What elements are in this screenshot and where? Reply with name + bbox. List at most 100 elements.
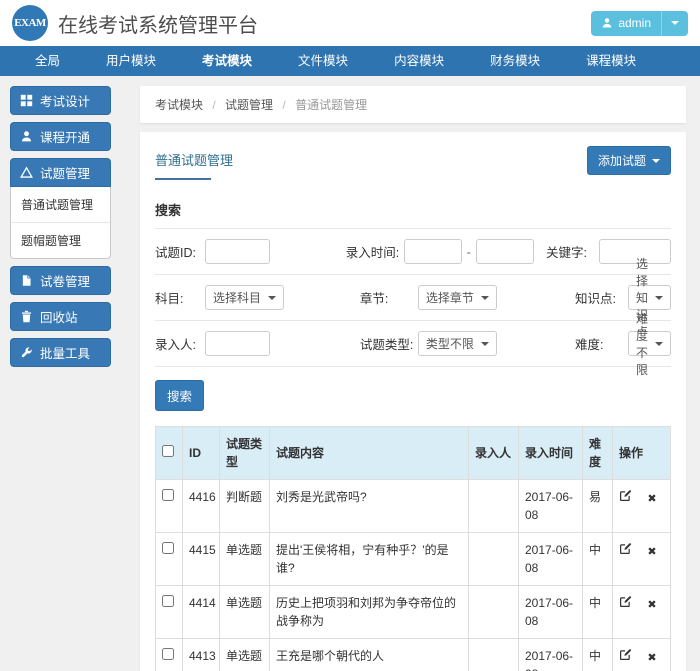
cell-content: 提出'王侯将相，宁有种乎？'的是谁? (270, 533, 469, 586)
entry-time-end-input[interactable] (476, 239, 534, 264)
knowledge-field-group: 知识点: 选择知识点 (575, 285, 671, 310)
chevron-down-icon (481, 296, 489, 300)
entry-person-field-group: 录入人: (155, 331, 360, 356)
entry-person-input[interactable] (205, 331, 270, 356)
sidebar-item-paper-mgmt[interactable]: 试卷管理 (10, 266, 111, 295)
breadcrumb-item-exam-module[interactable]: 考试模块 (155, 98, 203, 112)
nav-item-course-module[interactable]: 课程模块 (563, 46, 659, 76)
search-section-title: 搜索 (155, 194, 671, 229)
question-id-input[interactable] (205, 239, 270, 264)
row-checkbox[interactable] (162, 489, 174, 501)
table-row: 4416 判断题 刘秀是光武帝吗? 2017-06-08 易 (156, 480, 671, 533)
exam-logo: EXAM (12, 5, 48, 41)
delete-button[interactable] (647, 542, 656, 561)
question-type-select[interactable]: 类型不限 (418, 331, 497, 356)
cell-type: 单选题 (220, 533, 270, 586)
sidebar-item-question-mgmt[interactable]: 试题管理 (10, 158, 111, 187)
search-form-row-1: 试题ID: 录入时间: - 关键字: (155, 229, 671, 275)
cell-difficulty: 易 (583, 480, 613, 533)
edit-button[interactable] (619, 489, 632, 507)
cell-difficulty: 中 (583, 639, 613, 671)
col-header-actions: 操作 (613, 427, 671, 480)
difficulty-select-value: 难度不限 (636, 310, 648, 378)
cell-content: 历史上把项羽和刘邦为争夺帝位的战争称为 (270, 586, 469, 639)
chevron-down-icon (481, 342, 489, 346)
edit-icon (619, 648, 632, 661)
cell-type: 判断题 (220, 480, 270, 533)
col-header-entry-time: 录入时间 (519, 427, 583, 480)
nav-item-finance-module[interactable]: 财务模块 (467, 46, 563, 76)
breadcrumb-separator: / (282, 98, 285, 112)
cell-content: 王充是哪个朝代的人 (270, 639, 469, 671)
edit-button[interactable] (619, 542, 632, 560)
cell-type: 单选题 (220, 639, 270, 671)
nav-item-file-module[interactable]: 文件模块 (275, 46, 371, 76)
cell-entry-time: 2017-06-08 (519, 480, 583, 533)
edit-icon (619, 595, 632, 608)
cell-type: 单选题 (220, 586, 270, 639)
difficulty-field-group: 难度: 难度不限 (575, 331, 671, 356)
nav-item-user-module[interactable]: 用户模块 (83, 46, 179, 76)
edit-icon (619, 542, 632, 555)
cell-entry-time: 2017-06-08 (519, 639, 583, 671)
delete-button[interactable] (647, 648, 656, 667)
main-nav: 全局 用户模块 考试模块 文件模块 内容模块 财务模块 课程模块 (0, 46, 700, 76)
search-button[interactable]: 搜索 (155, 380, 204, 411)
table-row: 4413 单选题 王充是哪个朝代的人 2017-06-08 中 (156, 639, 671, 671)
chevron-down-icon (268, 296, 276, 300)
chapter-label: 章节: (360, 288, 418, 307)
keyword-label: 关键字: (546, 242, 599, 261)
question-type-label: 试题类型: (360, 334, 418, 353)
sidebar-item-course-open[interactable]: 课程开通 (10, 122, 111, 151)
subject-select-value: 选择科目 (213, 289, 261, 306)
user-icon (20, 130, 33, 143)
difficulty-select[interactable]: 难度不限 (628, 331, 671, 356)
cell-id: 4415 (183, 533, 220, 586)
chapter-select-value: 选择章节 (426, 289, 474, 306)
row-checkbox[interactable] (162, 595, 174, 607)
col-header-content: 试题内容 (270, 427, 469, 480)
subject-select[interactable]: 选择科目 (205, 285, 284, 310)
panel-header: 普通试题管理 添加试题 (155, 146, 671, 180)
sidebar-item-label: 试卷管理 (40, 271, 90, 290)
row-checkbox[interactable] (162, 648, 174, 660)
breadcrumb-item-question-mgmt[interactable]: 试题管理 (225, 98, 273, 112)
cell-entry-person (469, 533, 519, 586)
sidebar-item-label: 回收站 (40, 307, 78, 326)
sidebar-submenu: 普通试题管理 题帽题管理 (10, 187, 111, 259)
breadcrumb: 考试模块 / 试题管理 / 普通试题管理 (140, 86, 686, 123)
sidebar-subitem-cap-question-mgmt[interactable]: 题帽题管理 (11, 222, 110, 258)
select-all-checkbox[interactable] (162, 445, 174, 457)
chapter-select[interactable]: 选择章节 (418, 285, 497, 310)
nav-item-exam-module[interactable]: 考试模块 (179, 46, 275, 76)
questions-table: ID 试题类型 试题内容 录入人 录入时间 难度 操作 4416 (155, 426, 671, 671)
row-checkbox[interactable] (162, 542, 174, 554)
edit-icon (619, 489, 632, 502)
user-name: admin (618, 16, 651, 30)
file-icon (20, 274, 33, 287)
delete-button[interactable] (647, 489, 656, 508)
sidebar-item-recycle-bin[interactable]: 回收站 (10, 302, 111, 331)
layout: 考试设计 课程开通 试题管理 普通试题管理 题帽题管理 (0, 76, 700, 671)
user-split-button[interactable]: admin (591, 11, 688, 36)
sidebar-item-exam-design[interactable]: 考试设计 (10, 86, 111, 115)
edit-button[interactable] (619, 595, 632, 613)
entry-time-field-group: 录入时间: - (346, 239, 546, 264)
user-menu-button[interactable]: admin (591, 11, 661, 36)
sidebar-subitem-normal-question-mgmt[interactable]: 普通试题管理 (11, 187, 110, 222)
subject-label: 科目: (155, 288, 205, 307)
nav-item-global[interactable]: 全局 (12, 46, 83, 76)
knowledge-label: 知识点: (575, 288, 628, 307)
question-type-select-value: 类型不限 (426, 335, 474, 352)
sidebar-item-batch-tools[interactable]: 批量工具 (10, 338, 111, 367)
delete-button[interactable] (647, 595, 656, 614)
app-title: 在线考试系统管理平台 (58, 9, 258, 38)
user-dropdown-toggle[interactable] (661, 11, 688, 36)
entry-time-start-input[interactable] (404, 239, 462, 264)
edit-button[interactable] (619, 648, 632, 666)
nav-item-content-module[interactable]: 内容模块 (371, 46, 467, 76)
cell-difficulty: 中 (583, 586, 613, 639)
knowledge-select[interactable]: 选择知识点 (628, 285, 671, 310)
trash-icon (20, 310, 33, 323)
add-question-button[interactable]: 添加试题 (587, 146, 671, 175)
